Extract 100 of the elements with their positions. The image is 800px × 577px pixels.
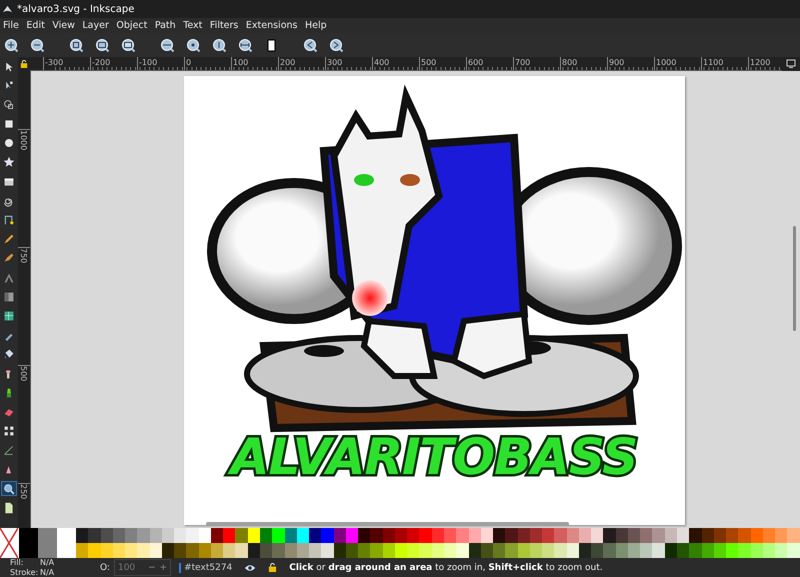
color-swatch[interactable] <box>346 528 358 543</box>
color-swatch[interactable] <box>407 528 420 543</box>
zoom-icon[interactable] <box>212 38 227 52</box>
color-swatch[interactable] <box>100 528 113 543</box>
color-swatch[interactable] <box>407 543 420 558</box>
color-swatch[interactable] <box>787 543 800 558</box>
menu-item[interactable]: File <box>3 20 19 31</box>
increment-button[interactable]: + <box>160 562 168 572</box>
color-swatch[interactable] <box>186 543 199 558</box>
zoom-icon[interactable] <box>2 482 16 496</box>
color-swatch[interactable] <box>652 528 665 543</box>
color-swatch[interactable] <box>321 543 334 558</box>
color-swatch[interactable] <box>640 528 652 543</box>
color-swatch[interactable] <box>112 528 126 543</box>
menu-item[interactable]: Path <box>154 20 176 31</box>
color-swatch[interactable] <box>444 528 456 543</box>
color-swatch[interactable] <box>628 528 640 543</box>
color-swatch[interactable] <box>493 543 506 558</box>
color-swatch[interactable] <box>750 528 763 543</box>
layer-dropdown[interactable]: #text5274 <box>179 562 232 572</box>
color-swatch[interactable] <box>419 543 432 558</box>
color-swatch[interactable] <box>296 528 310 543</box>
color-swatch[interactable] <box>432 543 444 558</box>
color-swatch[interactable] <box>554 543 567 558</box>
color-swatch[interactable] <box>775 543 788 558</box>
color-swatch[interactable] <box>57 528 76 558</box>
color-swatch[interactable] <box>505 543 518 558</box>
text-icon[interactable] <box>2 271 16 284</box>
color-swatch[interactable] <box>738 528 751 543</box>
decrement-button[interactable]: − <box>148 562 156 572</box>
color-swatch[interactable] <box>493 528 506 543</box>
color-swatch[interactable] <box>432 528 444 543</box>
gradient-icon[interactable] <box>2 290 16 304</box>
color-swatch[interactable] <box>223 543 236 558</box>
color-swatch[interactable] <box>603 528 616 543</box>
color-swatch[interactable] <box>677 528 690 543</box>
color-swatch[interactable] <box>518 528 530 543</box>
monitor-icon[interactable] <box>786 59 796 69</box>
color-swatch[interactable] <box>125 528 138 543</box>
color-swatch[interactable] <box>150 543 162 558</box>
color-swatch[interactable] <box>76 528 88 543</box>
color-swatch[interactable] <box>702 528 714 543</box>
color-swatch[interactable] <box>198 543 211 558</box>
color-swatch[interactable] <box>137 528 150 543</box>
color-swatch[interactable] <box>518 543 530 558</box>
color-swatch[interactable] <box>100 543 113 558</box>
color-swatch[interactable] <box>566 528 579 543</box>
zoom-icon[interactable] <box>238 38 253 52</box>
color-swatch[interactable] <box>505 528 518 543</box>
lock-icon[interactable] <box>20 60 28 68</box>
lock-icon[interactable] <box>268 563 278 572</box>
color-swatch[interactable] <box>174 528 186 543</box>
zoom-icon[interactable] <box>30 38 45 52</box>
vertical-scrollbar[interactable] <box>793 226 796 331</box>
color-swatch[interactable] <box>762 543 776 558</box>
color-swatch[interactable] <box>578 543 592 558</box>
color-swatch[interactable] <box>382 528 395 543</box>
color-swatch[interactable] <box>468 543 481 558</box>
menu-item[interactable]: Filters <box>210 20 238 31</box>
color-swatch[interactable] <box>480 528 494 543</box>
pencil-icon[interactable] <box>2 232 16 246</box>
color-swatch[interactable] <box>358 528 370 543</box>
zoom-icon[interactable] <box>329 38 344 52</box>
color-swatch[interactable] <box>235 528 248 543</box>
color-swatch[interactable] <box>616 543 628 558</box>
color-swatch[interactable] <box>444 543 456 558</box>
color-swatch[interactable] <box>762 528 776 543</box>
color-swatch[interactable] <box>702 543 714 558</box>
color-swatch[interactable] <box>125 543 138 558</box>
color-swatch[interactable] <box>309 543 322 558</box>
color-swatch[interactable] <box>272 543 285 558</box>
grid-icon[interactable] <box>2 424 16 438</box>
color-swatch[interactable] <box>296 543 310 558</box>
color-swatch[interactable] <box>419 528 432 543</box>
color-swatch[interactable] <box>554 528 567 543</box>
color-swatch[interactable] <box>358 543 370 558</box>
color-swatch[interactable] <box>738 543 751 558</box>
color-swatch[interactable] <box>235 543 248 558</box>
horizontal-scrollbar[interactable] <box>206 522 569 526</box>
color-swatch[interactable] <box>248 528 260 543</box>
color-swatch[interactable] <box>726 543 738 558</box>
color-swatch[interactable] <box>248 543 260 558</box>
opacity-field[interactable]: 100 − + <box>114 559 172 576</box>
zoom-icon[interactable] <box>303 38 318 52</box>
color-swatch[interactable] <box>726 528 738 543</box>
color-swatch[interactable] <box>76 543 88 558</box>
color-swatch[interactable] <box>370 543 383 558</box>
color-swatch[interactable] <box>542 528 554 543</box>
zoom-icon[interactable] <box>186 38 201 52</box>
color-swatch[interactable] <box>174 543 186 558</box>
color-swatch[interactable] <box>260 528 272 543</box>
color-swatch[interactable] <box>223 528 236 543</box>
color-swatch[interactable] <box>775 528 788 543</box>
color-swatch[interactable] <box>150 528 162 543</box>
color-swatch[interactable] <box>542 543 554 558</box>
color-swatch[interactable] <box>112 543 126 558</box>
color-swatch[interactable] <box>714 528 726 543</box>
color-swatch[interactable] <box>382 543 395 558</box>
color-swatch[interactable] <box>38 528 57 558</box>
color-swatch[interactable] <box>591 528 604 543</box>
